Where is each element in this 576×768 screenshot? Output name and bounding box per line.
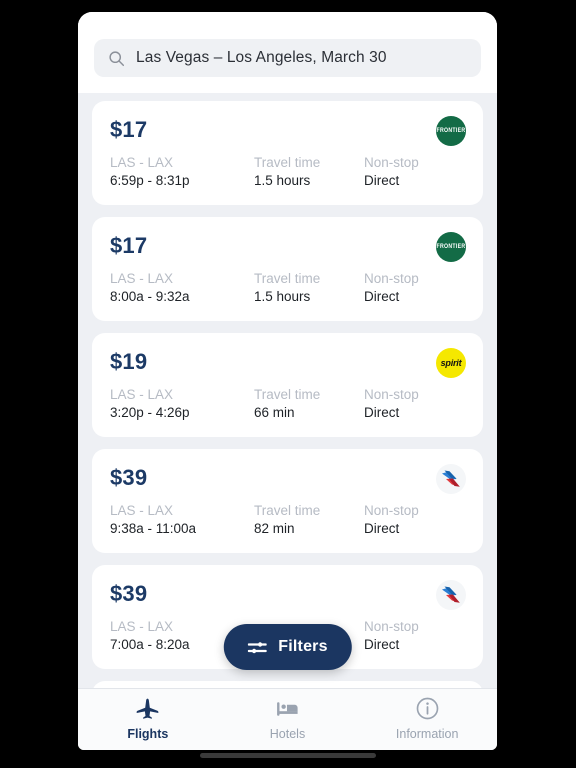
flight-stops-column: Non-stop Direct bbox=[364, 387, 465, 420]
stops-label: Non-stop bbox=[364, 155, 419, 170]
search-input[interactable]: Las Vegas – Los Angeles, March 30 bbox=[94, 39, 481, 77]
flight-route-column: LAS - LAX 8:00a - 9:32a bbox=[110, 271, 254, 304]
info-circle-icon bbox=[415, 696, 440, 721]
duration-value: 66 min bbox=[254, 405, 295, 420]
airline-logo-american bbox=[436, 580, 466, 610]
flight-duration-column: Travel time 66 min bbox=[254, 387, 364, 420]
airline-logo-label: spirit bbox=[440, 358, 462, 368]
flight-duration-column: Travel time 1.5 hours bbox=[254, 155, 364, 188]
flight-duration-column: Travel time 1.5 hours bbox=[254, 271, 364, 304]
stops-label: Non-stop bbox=[364, 271, 419, 286]
flight-stops-column: Non-stop Direct bbox=[364, 619, 465, 652]
duration-value: 82 min bbox=[254, 521, 295, 536]
search-input-value: Las Vegas – Los Angeles, March 30 bbox=[136, 49, 387, 66]
tab-information-label: Information bbox=[395, 727, 459, 741]
duration-label: Travel time bbox=[254, 155, 321, 170]
tab-information[interactable]: Information bbox=[357, 696, 497, 741]
duration-value: 1.5 hours bbox=[254, 289, 311, 304]
airline-logo-label: FRONTIER bbox=[436, 243, 466, 251]
route-times: 9:38a - 11:00a bbox=[110, 521, 197, 536]
stops-value: Direct bbox=[364, 637, 400, 652]
flight-details: LAS - LAX 8:00a - 9:32a Travel time 1.5 … bbox=[110, 271, 465, 304]
airline-logo-frontier: FRONTIER bbox=[436, 116, 466, 146]
flight-stops-column: Non-stop Direct bbox=[364, 503, 465, 536]
duration-value: 1.5 hours bbox=[254, 173, 311, 188]
stops-value: Direct bbox=[364, 405, 400, 420]
stops-label: Non-stop bbox=[364, 619, 419, 634]
route-label: LAS - LAX bbox=[110, 271, 174, 286]
bottom-tab-bar: Flights Hotels Information bbox=[78, 688, 497, 750]
flight-stops-column: Non-stop Direct bbox=[364, 155, 465, 188]
tab-hotels-label: Hotels bbox=[269, 727, 306, 741]
flight-price: $17 bbox=[110, 233, 148, 258]
filters-button[interactable]: Filters bbox=[223, 624, 352, 670]
flight-details: LAS - LAX 6:59p - 8:31p Travel time 1.5 … bbox=[110, 155, 465, 188]
phone-frame: Las Vegas – Los Angeles, March 30 $17 FR… bbox=[78, 12, 497, 750]
flight-card-partial[interactable] bbox=[92, 681, 483, 688]
flight-details: LAS - LAX 3:20p - 4:26p Travel time 66 m… bbox=[110, 387, 465, 420]
filters-button-label: Filters bbox=[278, 638, 328, 655]
airplane-icon bbox=[135, 696, 160, 721]
search-header: Las Vegas – Los Angeles, March 30 bbox=[78, 12, 497, 93]
flight-stops-column: Non-stop Direct bbox=[364, 271, 465, 304]
flight-price: $39 bbox=[110, 465, 148, 490]
stops-label: Non-stop bbox=[364, 387, 419, 402]
search-icon bbox=[108, 50, 125, 67]
route-label: LAS - LAX bbox=[110, 503, 174, 518]
stops-value: Direct bbox=[364, 173, 400, 188]
flight-details: LAS - LAX 9:38a - 11:00a Travel time 82 … bbox=[110, 503, 465, 536]
flight-route-column: LAS - LAX 6:59p - 8:31p bbox=[110, 155, 254, 188]
stops-value: Direct bbox=[364, 289, 400, 304]
flight-card[interactable]: $17 FRONTIER LAS - LAX 6:59p - 8:31p Tra… bbox=[92, 101, 483, 205]
flight-card[interactable]: $19 spirit LAS - LAX 3:20p - 4:26p Trave… bbox=[92, 333, 483, 437]
tab-hotels[interactable]: Hotels bbox=[218, 696, 358, 741]
flight-route-column: LAS - LAX 9:38a - 11:00a bbox=[110, 503, 254, 536]
flight-results-list[interactable]: $17 FRONTIER LAS - LAX 6:59p - 8:31p Tra… bbox=[78, 93, 497, 688]
sliders-icon bbox=[247, 640, 267, 655]
route-times: 3:20p - 4:26p bbox=[110, 405, 190, 420]
home-indicator bbox=[200, 753, 376, 758]
airline-logo-spirit: spirit bbox=[436, 348, 466, 378]
duration-label: Travel time bbox=[254, 503, 321, 518]
flight-route-column: LAS - LAX 3:20p - 4:26p bbox=[110, 387, 254, 420]
route-label: LAS - LAX bbox=[110, 387, 174, 402]
tab-flights-label: Flights bbox=[127, 727, 169, 741]
tab-flights[interactable]: Flights bbox=[78, 696, 218, 741]
airline-logo-american bbox=[436, 464, 466, 494]
flight-duration-column: Travel time 82 min bbox=[254, 503, 364, 536]
route-label: LAS - LAX bbox=[110, 155, 174, 170]
airline-logo-label: FRONTIER bbox=[436, 127, 466, 135]
airline-logo-frontier: FRONTIER bbox=[436, 232, 466, 262]
route-times: 6:59p - 8:31p bbox=[110, 173, 190, 188]
duration-label: Travel time bbox=[254, 271, 321, 286]
stops-label: Non-stop bbox=[364, 503, 419, 518]
flight-price: $39 bbox=[110, 581, 148, 606]
stops-value: Direct bbox=[364, 521, 400, 536]
duration-label: Travel time bbox=[254, 387, 321, 402]
bed-icon bbox=[275, 696, 300, 721]
flight-card[interactable]: $17 FRONTIER LAS - LAX 8:00a - 9:32a Tra… bbox=[92, 217, 483, 321]
flight-price: $17 bbox=[110, 117, 148, 142]
flight-price: $19 bbox=[110, 349, 148, 374]
route-times: 8:00a - 9:32a bbox=[110, 289, 190, 304]
flight-card[interactable]: $39 LAS - LAX 9:38a - 11:00a Travel time… bbox=[92, 449, 483, 553]
